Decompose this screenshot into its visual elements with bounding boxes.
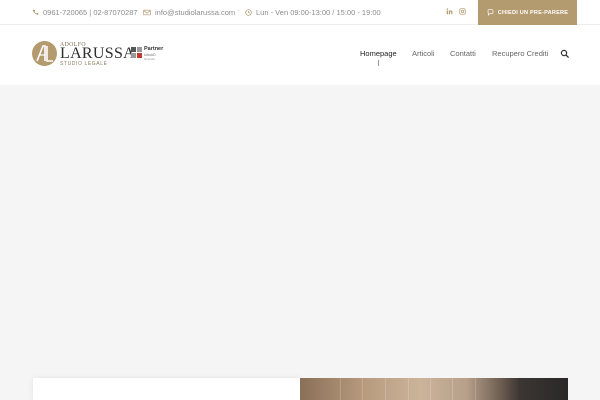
instagram-icon[interactable] (459, 8, 466, 15)
envelope-icon (143, 9, 151, 16)
curtain-fold (340, 378, 341, 400)
hours-info: Lun - Ven 09:00-13:00 / 15:00 - 19:00 (245, 8, 381, 17)
partner-badge: Partner tuttoAD Network (131, 46, 163, 62)
email-text: info@studiolarussa.com (155, 8, 236, 17)
phone-text: 0961-720065 | 02-87070287 (43, 8, 138, 17)
phone-icon (32, 9, 39, 15)
linkedin-icon[interactable] (446, 8, 453, 15)
partner-network: Network (144, 57, 156, 61)
partner-title: Partner (144, 46, 164, 52)
nav-contatti[interactable]: Contatti (450, 49, 476, 58)
chat-bubble-icon (487, 9, 494, 16)
phone-contact[interactable]: 0961-720065 | 02-87070287 (32, 8, 138, 17)
nav-active-indicator (378, 60, 379, 66)
logo-tagline: STUDIO LEGALE (60, 61, 108, 67)
clock-icon (245, 9, 252, 16)
hours-text: Lun - Ven 09:00-13:00 / 15:00 - 19:00 (256, 8, 381, 17)
main-header: ADOLFO LARUSSA STUDIO LEGALE Partner tut… (0, 25, 600, 85)
curtain-fold (385, 378, 386, 400)
office-photo (300, 378, 568, 400)
intro-card (33, 378, 300, 400)
separator: - (134, 8, 137, 15)
logo-emblem (32, 41, 57, 66)
curtain-fold (452, 378, 453, 400)
curtain-fold (362, 378, 363, 400)
nav-recupero-crediti[interactable]: Recupero Crediti (492, 49, 548, 58)
email-contact[interactable]: info@studiolarussa.com (143, 8, 235, 17)
partner-grid-icon (131, 47, 142, 58)
separator: - (237, 8, 240, 15)
top-bar: 0961-720065 | 02-87070287 - info@studiol… (0, 0, 600, 25)
nav-articoli[interactable]: Articoli (412, 49, 435, 58)
curtain-fold (408, 378, 409, 400)
logo-mark-icon (36, 45, 53, 62)
logo[interactable]: ADOLFO LARUSSA STUDIO LEGALE Partner tut… (32, 41, 163, 69)
pre-parere-label: CHIEDI UN PRE-PARERE (497, 9, 569, 16)
nav-homepage[interactable]: Homepage (360, 49, 397, 58)
curtain-fold (475, 378, 476, 400)
pre-parere-button[interactable]: CHIEDI UN PRE-PARERE (478, 0, 577, 25)
curtain-fold (430, 378, 431, 400)
hero-section (0, 85, 600, 400)
search-icon[interactable] (560, 49, 570, 59)
